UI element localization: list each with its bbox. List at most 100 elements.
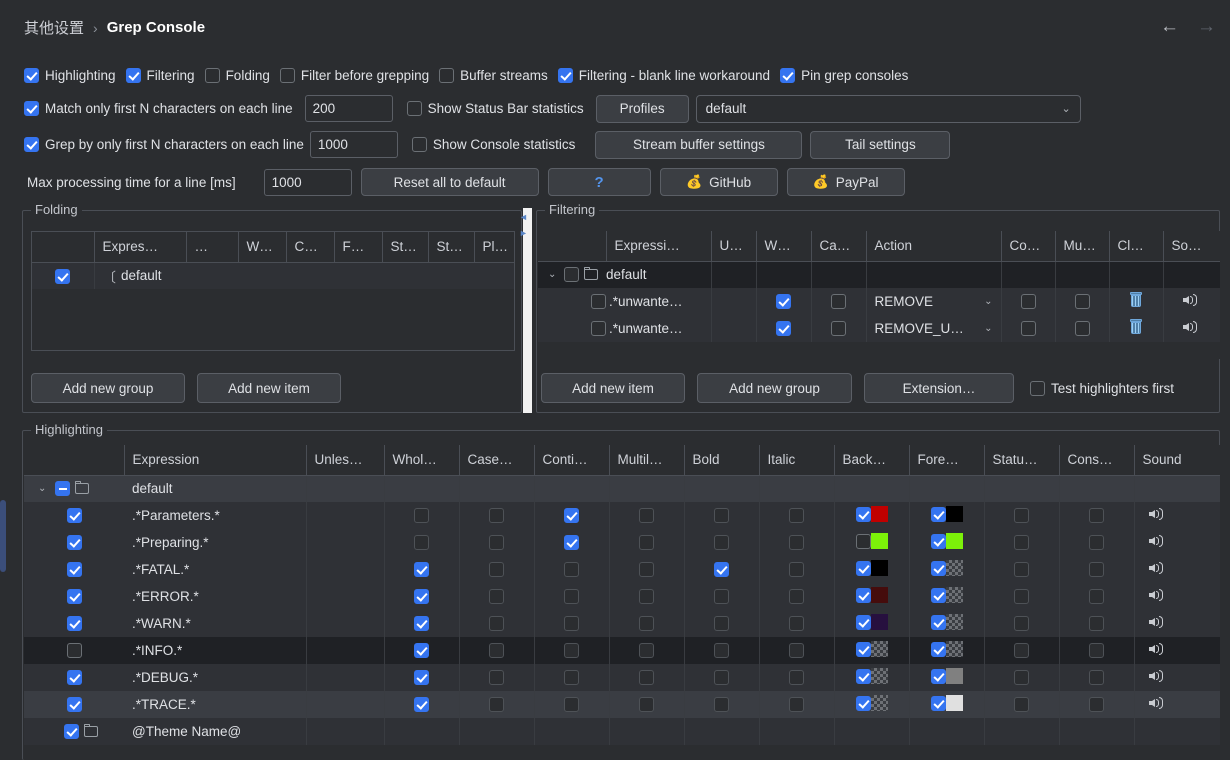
hl-row-whole-checkbox[interactable] [414, 643, 429, 659]
highlighting-group-checkbox[interactable] [55, 481, 70, 497]
hl-row-unless-cell[interactable] [306, 583, 385, 610]
hl-row-bold-checkbox[interactable] [714, 697, 729, 713]
filtering-item-expression-cell[interactable]: .*unwante… [606, 288, 712, 315]
hl-row-italic-checkbox[interactable] [789, 697, 804, 713]
hl-theme-name-cell[interactable]: @Theme Name@ [124, 718, 307, 745]
filtering-col-multiline[interactable]: Mu… [1055, 231, 1110, 262]
filtering-item-case-cell[interactable] [811, 315, 867, 342]
hl-row-foreground-cell[interactable] [909, 529, 985, 556]
folding-filtering-splitter[interactable] [523, 208, 532, 413]
filtering-add-new-group-button[interactable]: Add new group [697, 373, 852, 403]
table-row[interactable]: 〔 default [32, 262, 514, 289]
hl-row-continue-checkbox[interactable] [564, 535, 579, 551]
background-color-swatch[interactable] [870, 614, 888, 631]
filtering-item-clear-cell[interactable] [1109, 288, 1164, 315]
filtering-col-action[interactable]: Action [866, 231, 1002, 262]
folding-col-6[interactable]: St… [382, 232, 429, 263]
checkbox-buffer-streams[interactable]: Buffer streams [439, 68, 548, 83]
hl-row-whole-checkbox[interactable] [414, 616, 429, 632]
hl-row-console-cell[interactable] [1059, 556, 1135, 583]
filtering-item-clear-cell[interactable] [1109, 315, 1164, 342]
highlighting-col-expression[interactable]: Expression [124, 445, 307, 476]
hl-row-foreground-cell[interactable] [909, 556, 985, 583]
hl-row-background-cell[interactable] [834, 637, 910, 664]
hl-row-sound-cell[interactable] [1134, 583, 1220, 610]
hl-row-unless-cell[interactable] [306, 529, 385, 556]
filtering-item-continue-checkbox[interactable] [1020, 321, 1036, 337]
hl-row-continue-checkbox[interactable] [564, 562, 579, 578]
filtering-item-checkbox[interactable] [591, 321, 606, 337]
hl-row-check-cell[interactable] [24, 502, 124, 529]
hl-row-multiline-checkbox[interactable] [639, 643, 654, 659]
filtering-item-case-cell[interactable] [811, 288, 867, 315]
table-row[interactable]: @Theme Name@ [24, 718, 1220, 745]
hl-row-case-cell[interactable] [459, 691, 535, 718]
hl-row-console-checkbox[interactable] [1089, 643, 1104, 659]
filtering-item-multiline-cell[interactable] [1055, 315, 1110, 342]
hl-row-bold-checkbox[interactable] [714, 643, 729, 659]
test-highlighters-first-checkbox-box[interactable] [1030, 380, 1045, 396]
match-first-n-checkbox-box[interactable] [24, 101, 39, 116]
filtering-extension-button[interactable]: Extension… [864, 373, 1014, 403]
hl-row-multiline-cell[interactable] [609, 664, 685, 691]
filtering-col-sound[interactable]: So… [1163, 231, 1220, 262]
hl-row-case-checkbox[interactable] [489, 562, 504, 578]
hl-row-whole-cell[interactable] [384, 664, 460, 691]
hl-row-multiline-checkbox[interactable] [639, 670, 654, 686]
hl-row-italic-cell[interactable] [759, 664, 835, 691]
hl-row-italic-cell[interactable] [759, 691, 835, 718]
hl-row-bold-checkbox[interactable] [714, 670, 729, 686]
hl-row-background-checkbox[interactable] [855, 695, 871, 711]
hl-row-multiline-checkbox[interactable] [639, 589, 654, 605]
hl-row-case-cell[interactable] [459, 610, 535, 637]
hl-row-status-checkbox[interactable] [1014, 535, 1029, 551]
filtering-item-whole-cell[interactable] [756, 288, 812, 315]
hl-row-italic-checkbox[interactable] [789, 508, 804, 524]
filtering-add-new-item-button[interactable]: Add new item [541, 373, 685, 403]
highlighting-col-whole[interactable]: Whol… [384, 445, 460, 476]
trash-icon[interactable] [1129, 319, 1143, 335]
hl-row-whole-checkbox[interactable] [414, 697, 429, 713]
foreground-color-swatch[interactable] [945, 695, 963, 712]
highlighting-group-check-cell[interactable]: ⌄ [24, 475, 124, 502]
hl-row-foreground-cell[interactable] [909, 610, 985, 637]
folding-row-checkbox[interactable] [55, 268, 71, 284]
filtering-item-continue-cell[interactable] [1001, 315, 1056, 342]
hl-row-unless-cell[interactable] [306, 637, 385, 664]
github-button[interactable]: 💰 GitHub [659, 168, 778, 196]
speaker-icon[interactable] [1148, 561, 1166, 575]
hl-row-multiline-checkbox[interactable] [639, 562, 654, 578]
hl-row-whole-checkbox[interactable] [414, 562, 429, 578]
filtering-col-unless[interactable]: U… [711, 231, 757, 262]
hl-row-bold-cell[interactable] [684, 502, 760, 529]
filtering-item-whole-checkbox[interactable] [776, 321, 791, 337]
hl-row-bold-cell[interactable] [684, 637, 760, 664]
hl-row-unless-cell[interactable] [306, 664, 385, 691]
hl-row-checkbox[interactable] [66, 670, 82, 686]
filtering-checkbox-box[interactable] [125, 68, 141, 83]
checkbox-filter-before-grepping[interactable]: Filter before grepping [279, 68, 429, 83]
hl-row-expression-cell[interactable]: .*INFO.* [124, 637, 307, 664]
hl-row-multiline-checkbox[interactable] [639, 697, 654, 713]
hl-row-background-cell[interactable] [834, 502, 910, 529]
hl-row-italic-checkbox[interactable] [789, 616, 804, 632]
checkbox-show-status-bar-statistics[interactable]: Show Status Bar statistics [406, 101, 584, 116]
filtering-item-whole-checkbox[interactable] [776, 294, 791, 310]
speaker-icon[interactable] [1148, 507, 1166, 521]
hl-row-expression-cell[interactable]: .*WARN.* [124, 610, 307, 637]
filtering-item-whole-cell[interactable] [756, 315, 812, 342]
filtering-item-action-select[interactable]: REMOVE_U… ⌄ [875, 321, 993, 336]
highlighting-col-unless[interactable]: Unles… [306, 445, 385, 476]
hl-row-foreground-checkbox[interactable] [930, 587, 946, 603]
hl-row-background-checkbox[interactable] [855, 587, 871, 603]
splitter-collapse-arrows[interactable]: ◄ ► [519, 212, 531, 238]
hl-row-continue-checkbox[interactable] [564, 589, 579, 605]
foreground-color-swatch[interactable] [945, 560, 963, 577]
hl-row-check-cell[interactable] [24, 556, 124, 583]
hl-row-background-cell[interactable] [834, 610, 910, 637]
hl-row-multiline-cell[interactable] [609, 610, 685, 637]
hl-row-sound-cell[interactable] [1134, 502, 1220, 529]
hl-row-check-cell[interactable] [24, 637, 124, 664]
max-processing-time-input[interactable]: 1000 [263, 168, 352, 196]
checkbox-filtering[interactable]: Filtering [125, 68, 195, 83]
